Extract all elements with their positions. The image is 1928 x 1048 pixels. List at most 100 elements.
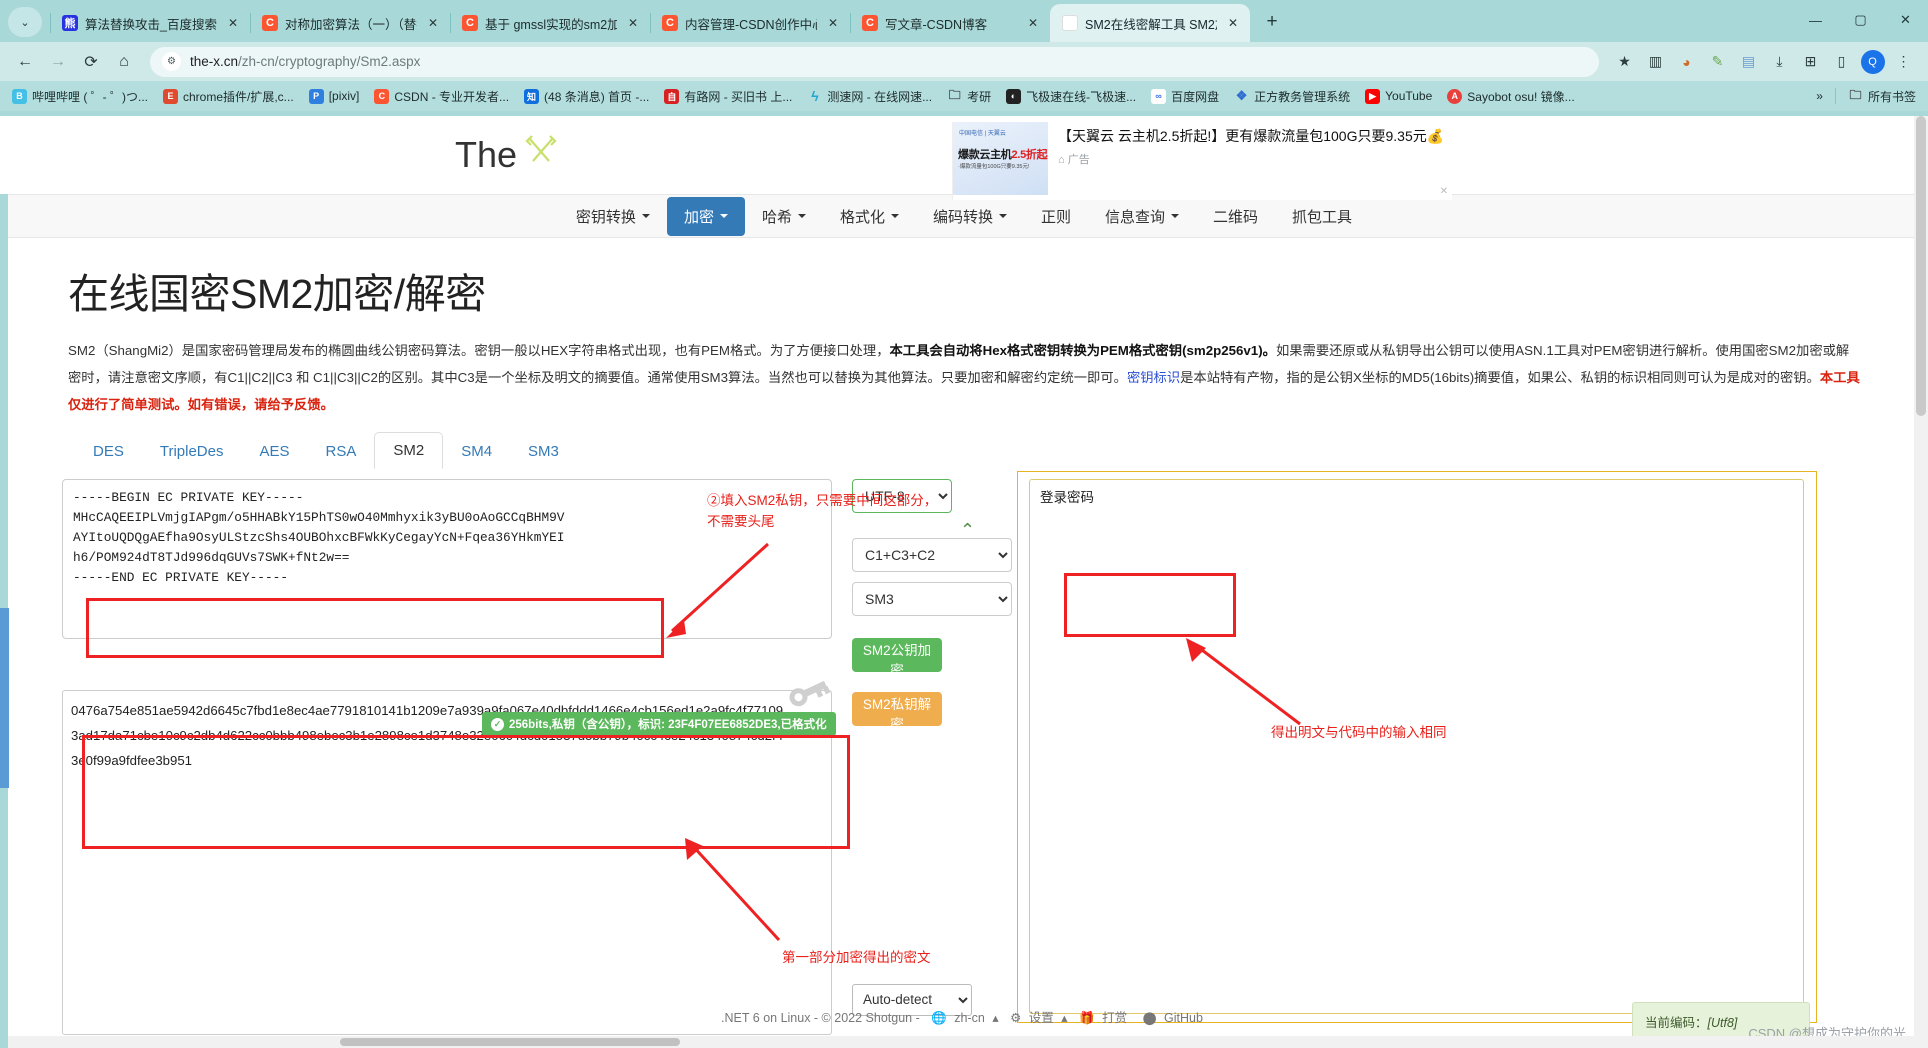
bookmark-folder[interactable]: 🗀 考研	[941, 85, 997, 108]
nav-item-qrcode[interactable]: 二维码	[1196, 197, 1275, 236]
chevron-down-icon	[641, 214, 650, 218]
tab-title: 内容管理-CSDN创作中心	[685, 17, 817, 32]
site-logo[interactable]: The	[455, 134, 559, 176]
profile-icon[interactable]: Q	[1858, 47, 1887, 76]
decrypt-button[interactable]: SM2私钥解密	[852, 691, 942, 732]
close-icon[interactable]: ✕	[1224, 14, 1242, 32]
scrollbar-thumb[interactable]	[340, 1038, 680, 1046]
maximize-button[interactable]: ▢	[1838, 0, 1883, 40]
pixiv-icon: P	[308, 88, 324, 104]
all-bookmarks-button[interactable]: 🗀 所有书签	[1842, 85, 1922, 108]
browser-tab-1[interactable]: 熊 算法替换攻击_百度搜索 ✕	[50, 4, 250, 42]
bookmark-label: Sayobot osu! 镜像...	[1467, 89, 1575, 104]
nav-item-packet-tool[interactable]: 抓包工具	[1275, 197, 1369, 236]
minimize-button[interactable]: —	[1793, 0, 1838, 40]
hash-algorithm-select[interactable]: SM3	[852, 581, 1012, 616]
tab-aes[interactable]: AES	[241, 434, 307, 469]
bookmark-item[interactable]: ∞ 百度网盘	[1145, 85, 1225, 108]
pen-icon[interactable]: ✎	[1703, 47, 1732, 76]
footer-settings[interactable]: ⚙ 设置 ▴	[1010, 1011, 1067, 1025]
chevron-up-icon[interactable]: ⌃	[960, 520, 975, 541]
tab-sm4[interactable]: SM4	[443, 434, 510, 469]
ad-title[interactable]: 【天翼云 云主机2.5折起!】更有爆款流量包100G只要9.35元💰	[1058, 126, 1452, 148]
bookmark-item[interactable]: A Sayobot osu! 镜像...	[1441, 85, 1580, 108]
nav-label: 编码转换	[932, 208, 993, 226]
split-screen-icon[interactable]: ▥	[1641, 47, 1670, 76]
sidebar-icon[interactable]: ▯	[1827, 47, 1856, 76]
nav-item-regex[interactable]: 正则	[1024, 197, 1088, 236]
browser-tab-2[interactable]: C 对称加密算法（一）（替换算法 ✕	[250, 4, 450, 42]
browser-tab-6-active[interactable]: ✖ SM2在线密解工具 SM2加密工 ✕	[1050, 4, 1250, 42]
tab-divider	[650, 13, 651, 33]
tab-sm2[interactable]: SM2	[374, 431, 444, 469]
bookmark-item[interactable]: 自有路网 - 买旧书 上...	[658, 85, 798, 108]
menu-icon[interactable]: ⋮	[1889, 47, 1918, 76]
vertical-scrollbar[interactable]	[1914, 116, 1928, 1048]
bookmark-item[interactable]: ϟ 测速网 - 在线网速...	[801, 85, 938, 108]
star-icon[interactable]: ★	[1610, 47, 1639, 76]
tab-tripledes[interactable]: TripleDes	[142, 434, 242, 469]
browser-tab-4[interactable]: C 内容管理-CSDN创作中心 ✕	[650, 4, 850, 42]
close-icon[interactable]: ✕	[624, 14, 642, 32]
output-textarea[interactable]: 登录密码	[1029, 478, 1804, 1014]
nav-item-format[interactable]: 格式化	[823, 197, 916, 236]
baidu-icon: 熊	[62, 15, 78, 31]
bookmark-item[interactable]: Echrome插件/扩展,c...	[157, 85, 300, 108]
bookmark-item[interactable]: ◐ 飞极速在线-飞极速...	[1000, 85, 1142, 108]
extension-puzzle-icon[interactable]: ◕	[1672, 47, 1701, 76]
tab-sm3[interactable]: SM3	[510, 434, 577, 469]
site-settings-icon[interactable]: ⚙	[162, 52, 181, 71]
close-icon[interactable]: ✕	[224, 14, 242, 32]
footer-lang[interactable]: 🌐 zh-cn ▴	[931, 1011, 998, 1025]
close-icon[interactable]: ✕	[824, 14, 842, 32]
bookmarks-overflow-button[interactable]: »	[1810, 86, 1829, 106]
close-window-button[interactable]: ✕	[1883, 0, 1928, 40]
new-tab-button[interactable]: +	[1258, 8, 1286, 36]
nav-item-encrypt[interactable]: 加密	[666, 196, 745, 236]
footer-github[interactable]: ⬤ GitHub	[1143, 1011, 1207, 1025]
browser-tab-5[interactable]: C 写文章-CSDN博客 ✕	[850, 4, 1050, 42]
encrypt-button[interactable]: SM2公钥加密	[852, 637, 942, 678]
forward-icon[interactable]: →	[43, 47, 73, 77]
ad-close-icon[interactable]: ✕	[1440, 186, 1448, 197]
bilibili-icon: B	[12, 88, 27, 104]
bookmark-item[interactable]: 知 (48 条消息) 首页 -...	[518, 85, 655, 108]
horizontal-scrollbar[interactable]	[8, 1036, 1914, 1048]
ad-img-pre: 爆款云主机	[958, 149, 1012, 161]
collections-icon[interactable]: ▤	[1734, 47, 1763, 76]
tab-search-button[interactable]: ⌄	[8, 7, 42, 37]
cipher-order-select[interactable]: C1+C3+C2	[852, 537, 1012, 572]
bookmark-item[interactable]: B 哔哩哔哩 ( ゜- ゜)つ...	[6, 85, 154, 108]
tab-des[interactable]: DES	[75, 434, 142, 469]
nav-label: 哈希	[761, 208, 792, 226]
close-icon[interactable]: ✕	[1024, 14, 1042, 32]
tab-title: 算法替换攻击_百度搜索	[85, 17, 217, 32]
key-identifier-link[interactable]: 密钥标识	[1127, 370, 1180, 385]
scrollbar-thumb[interactable]	[1916, 116, 1926, 416]
address-bar[interactable]: ⚙ the-x.cn/zh-cn/cryptography/Sm2.aspx	[150, 46, 1599, 77]
browser-tab-3[interactable]: C 基于 gmssl实现的sm2加密（C ✕	[450, 4, 650, 42]
ad-image-line1: 中国电信 | 天翼云	[959, 131, 1006, 137]
nav-item-key-convert[interactable]: 密钥转换	[559, 197, 667, 236]
chevron-down-icon	[719, 214, 728, 218]
nav-label: 加密	[683, 208, 714, 226]
nav-item-encoding[interactable]: 编码转换	[916, 197, 1024, 236]
reload-icon[interactable]: ⟳	[76, 47, 106, 77]
tab-rsa[interactable]: RSA	[308, 434, 375, 469]
nav-item-info-query[interactable]: 信息查询	[1088, 197, 1196, 236]
readinglist-icon[interactable]: ⊞	[1796, 47, 1825, 76]
downloads-icon[interactable]: ⤓	[1765, 47, 1794, 76]
folder-icon: 🗀	[1849, 87, 1862, 102]
advertisement[interactable]: 中国电信 | 天翼云 爆款云主机2.5折起 ·爆款流量包100G只要9.35元!…	[952, 122, 1452, 200]
back-icon[interactable]: ←	[10, 47, 40, 77]
footer-donate[interactable]: 🎁 打赏	[1079, 1011, 1131, 1025]
cipher-text-input[interactable]: 0476a754e851ae5942d6645c7fbd1e8ec4ae7791…	[62, 689, 832, 1035]
bookmarks-bar: B 哔哩哔哩 ( ゜- ゜)つ... Echrome插件/扩展,c... P [pi…	[0, 81, 1928, 111]
bookmark-item[interactable]: ▶ YouTube	[1359, 86, 1438, 107]
bookmark-item[interactable]: P [pixiv]	[303, 86, 366, 107]
nav-item-hash[interactable]: 哈希	[745, 197, 823, 236]
home-icon[interactable]: ⌂	[109, 47, 139, 77]
bookmark-item[interactable]: ❖ 正方教务管理系统	[1228, 85, 1356, 108]
close-icon[interactable]: ✕	[424, 14, 442, 32]
bookmark-item[interactable]: C CSDN - 专业开发者...	[368, 85, 515, 108]
